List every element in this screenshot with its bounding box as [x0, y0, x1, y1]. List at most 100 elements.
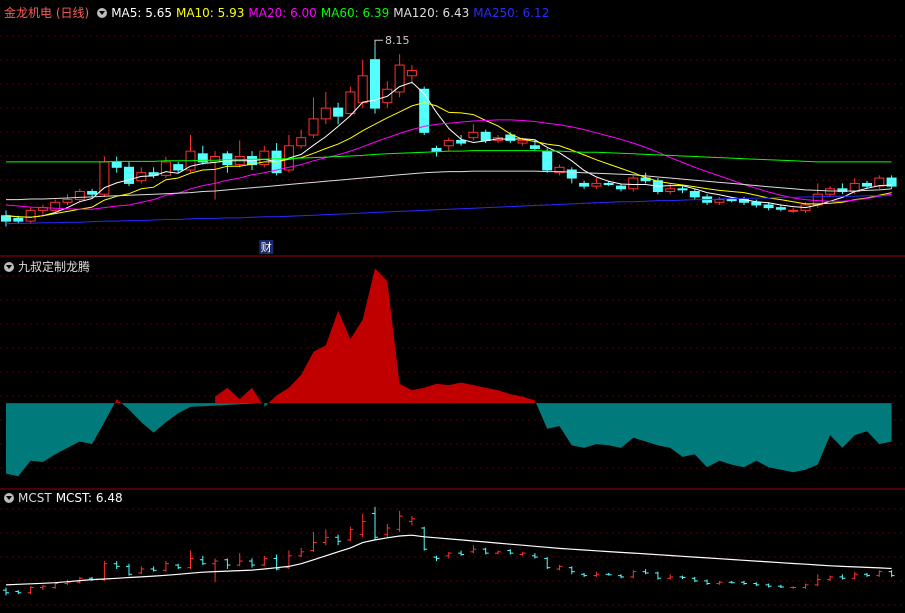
candle-body: [62, 199, 73, 203]
mini-bar: [753, 582, 760, 587]
mini-bar: [27, 586, 34, 595]
candle-body: [74, 191, 85, 201]
candle-body: [726, 199, 737, 202]
candle-body: [542, 150, 553, 171]
candle: [406, 65, 417, 84]
mini-bar: [519, 551, 526, 556]
mini-bar: [482, 547, 489, 555]
mini-bar: [261, 555, 268, 567]
candle: [689, 188, 700, 200]
mini-bar: [347, 526, 354, 542]
candle: [579, 180, 590, 189]
mini-bar: [568, 566, 575, 575]
mini-bar: [322, 529, 329, 546]
candle: [160, 156, 171, 179]
candle-body: [788, 209, 799, 212]
mini-bar: [642, 569, 649, 575]
collapse-icon[interactable]: [97, 8, 108, 18]
candle-body: [751, 201, 762, 206]
mini-bar: [679, 575, 686, 580]
price-legend: 金龙机电 (日线) MA5: 5.65 MA10: 5.93 MA20: 6.00 MA…: [4, 6, 553, 20]
candle: [62, 194, 73, 205]
candle-body: [394, 64, 405, 93]
ma20-label: MA20: 6.00: [248, 6, 317, 20]
price-panel[interactable]: 8.15 财: [1, 34, 897, 254]
mini-bar: [421, 526, 428, 551]
mini-bar: [298, 547, 305, 558]
candle-body: [25, 209, 36, 222]
high-label: 8.15: [385, 34, 410, 47]
mini-bar: [249, 558, 255, 568]
ma10-line: [5, 102, 892, 218]
high-marker: [374, 39, 383, 47]
mini-bar: [150, 566, 157, 572]
candle: [566, 167, 577, 184]
candle-body: [296, 137, 307, 147]
candle-body: [874, 177, 885, 187]
candle: [714, 196, 725, 205]
mini-bar: [827, 575, 834, 581]
mini-bar: [544, 557, 551, 569]
candle: [443, 137, 454, 152]
mini-bar: [814, 574, 821, 587]
candle-body: [160, 161, 171, 176]
mini-bar: [310, 532, 317, 552]
collapse-icon[interactable]: [4, 262, 14, 272]
mini-bar: [224, 558, 231, 569]
candle: [308, 97, 319, 138]
negative-area: [121, 403, 262, 433]
candle-body: [468, 131, 479, 139]
mini-bar: [630, 570, 637, 579]
candle-body: [763, 204, 774, 209]
candle: [259, 145, 270, 168]
mini-bar: [3, 587, 9, 596]
candle-body: [222, 153, 233, 166]
positive-area: [215, 387, 262, 404]
mini-bar: [126, 563, 132, 576]
ma120-label: MA120: 6.43: [393, 6, 470, 20]
candle: [677, 186, 688, 194]
candle: [788, 207, 799, 214]
mini-bar: [138, 566, 145, 575]
candle-body: [210, 156, 221, 163]
candle: [370, 46, 380, 114]
mini-bar: [667, 574, 674, 580]
candle-body: [628, 177, 639, 190]
candle-body: [443, 139, 454, 147]
mini-bar: [39, 584, 46, 591]
candle: [320, 91, 331, 125]
mini-bar: [212, 558, 219, 583]
mini-bar: [458, 550, 465, 556]
candle-body: [677, 188, 688, 191]
candle: [665, 183, 676, 195]
mini-bar: [359, 513, 366, 538]
candle-body: [616, 185, 626, 190]
mini-bar: [556, 565, 563, 571]
collapse-icon[interactable]: [4, 493, 14, 503]
stock-title: 金龙机电 (日线): [4, 6, 90, 20]
mini-bar: [790, 586, 797, 589]
candle: [357, 59, 368, 109]
candle: [554, 164, 565, 176]
candle: [197, 145, 208, 165]
candle-body: [431, 147, 442, 152]
candle-body: [603, 182, 614, 186]
mini-bar: [765, 583, 772, 588]
candle-body: [579, 182, 590, 187]
candle: [210, 151, 221, 200]
candle: [886, 175, 897, 189]
mini-bar: [888, 570, 895, 577]
negative-area: [264, 403, 269, 407]
mini-bar: [618, 574, 624, 579]
mini-bar: [236, 553, 243, 567]
mcst-panel[interactable]: [3, 506, 895, 596]
mini-bar: [175, 563, 182, 569]
mini-bar: [531, 553, 538, 559]
candle: [542, 148, 553, 173]
negative-area: [6, 403, 115, 477]
kline-chart[interactable]: 8.15 财: [0, 0, 905, 613]
candle: [468, 124, 479, 141]
candle-body: [456, 139, 467, 144]
indicator-title: 九叔定制龙腾: [18, 260, 91, 274]
negative-area: [536, 403, 892, 473]
